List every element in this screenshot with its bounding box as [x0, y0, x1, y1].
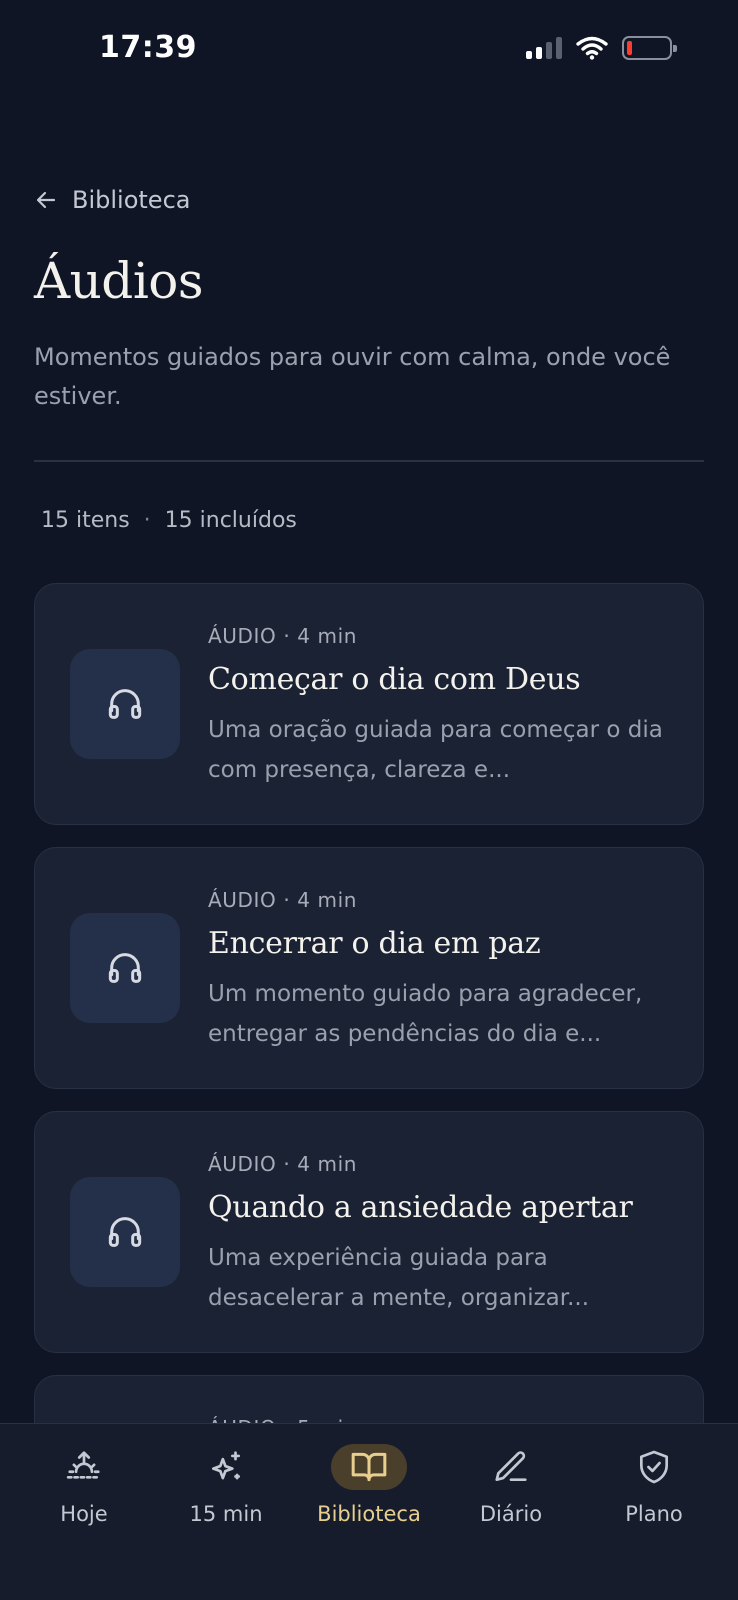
cellular-signal-icon — [526, 37, 562, 59]
screen: 17:39 Biblioteca Áudios Momentos guiados… — [0, 0, 738, 1600]
card-title: Encerrar o dia em paz — [208, 926, 541, 961]
headphones-icon — [108, 1217, 142, 1247]
bottom-nav: Hoje 15 min Biblioteca Diário Plano — [0, 1423, 738, 1600]
card-meta: ÁUDIO · 4 min — [208, 888, 358, 912]
included-count: 15 incluídos — [164, 508, 297, 533]
card-meta: ÁUDIO · 4 min — [208, 624, 358, 648]
nav-item-plano[interactable]: Plano — [583, 1424, 725, 1544]
status-time: 17:39 — [99, 30, 197, 65]
nav-label: 15 min — [189, 1502, 263, 1526]
back-label: Biblioteca — [72, 186, 191, 214]
card-meta: ÁUDIO · 4 min — [208, 1152, 358, 1176]
item-counts: 15 itens · 15 incluídos — [41, 508, 297, 533]
shield-check-icon — [616, 1444, 692, 1490]
counts-separator: · — [143, 508, 151, 533]
audio-thumbnail — [70, 1177, 180, 1287]
status-bar: 17:39 — [0, 0, 738, 100]
headphones-icon — [108, 689, 142, 719]
nav-item-diario[interactable]: Diário — [440, 1424, 582, 1544]
audio-card[interactable]: ÁUDIO · 4 min Começar o dia com Deus Uma… — [34, 583, 704, 825]
nav-label: Hoje — [60, 1502, 108, 1526]
sunrise-icon — [46, 1444, 122, 1490]
nav-item-biblioteca[interactable]: Biblioteca — [298, 1424, 440, 1544]
audio-card[interactable]: ÁUDIO · 4 min Quando a ansiedade apertar… — [34, 1111, 704, 1353]
book-open-icon — [331, 1444, 407, 1490]
pen-icon — [473, 1444, 549, 1490]
audio-thumbnail — [70, 649, 180, 759]
nav-label: Biblioteca — [317, 1502, 421, 1526]
nav-label: Diário — [479, 1502, 543, 1526]
back-button[interactable]: Biblioteca — [34, 186, 190, 214]
status-icons — [526, 36, 677, 60]
card-title: Quando a ansiedade apertar — [208, 1190, 633, 1225]
nav-item-15-min[interactable]: 15 min — [155, 1424, 297, 1544]
nav-item-hoje[interactable]: Hoje — [13, 1424, 155, 1544]
audio-thumbnail — [70, 913, 180, 1023]
wifi-icon — [576, 36, 608, 60]
page-subtitle: Momentos guiados para ouvir com calma, o… — [34, 343, 671, 410]
audio-card[interactable]: ÁUDIO · 4 min Encerrar o dia em paz Um m… — [34, 847, 704, 1089]
arrow-left-icon — [36, 191, 56, 209]
sparkles-icon — [188, 1444, 264, 1490]
headphones-icon — [108, 953, 142, 983]
page-title: Áudios — [34, 252, 204, 310]
battery-icon — [622, 36, 677, 60]
nav-label: Plano — [625, 1502, 683, 1526]
card-description: Uma experiência guiada para desacelerar … — [208, 1245, 590, 1311]
card-description: Um momento guiado para agradecer, entreg… — [208, 981, 643, 1047]
card-title: Começar o dia com Deus — [208, 662, 581, 697]
divider — [34, 460, 704, 462]
items-count: 15 itens — [41, 508, 130, 533]
card-description: Uma oração guiada para começar o dia com… — [208, 717, 663, 783]
